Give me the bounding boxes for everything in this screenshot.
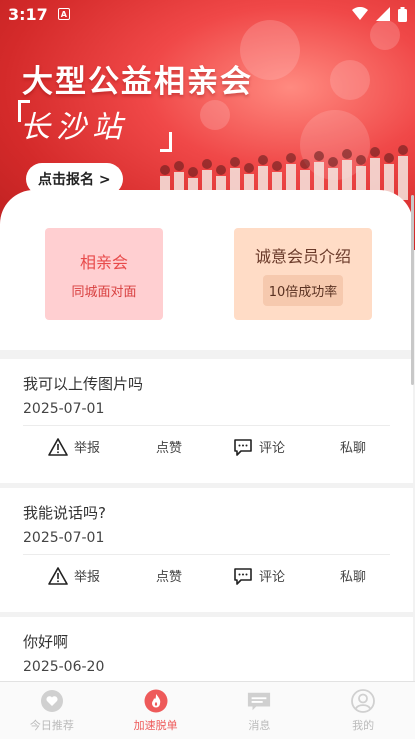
status-time: 3:17 [8,4,48,24]
post-item: 我可以上传图片吗 2025-07-01 举报 点赞 评论 私聊 [0,359,413,483]
comment-label: 评论 [259,441,286,456]
banner-title: 大型公益相亲会 [22,64,253,100]
comment-label: 评论 [259,570,286,585]
feature-title: 相亲会 [79,252,128,272]
heart-icon [40,689,63,712]
warning-icon [48,566,68,585]
notification-a-icon: A [57,8,70,20]
flame-icon [144,689,168,712]
comment-button[interactable]: 评论 [233,437,285,456]
report-label: 举报 [74,441,101,456]
report-button[interactable]: 举报 [48,437,100,456]
member-intro-card[interactable]: 诚意会员介绍 10倍成功率 [234,228,372,320]
matchmaking-event-card[interactable]: 相亲会 同城面对面 [45,228,163,320]
private-chat-button[interactable]: 私聊 [340,437,366,456]
like-button[interactable]: 点赞 [156,566,182,585]
divider [23,425,390,426]
person-icon [351,688,376,713]
post-text: 你好啊 [23,633,69,651]
bottom-nav: 今日推荐 加速脱单 消息 我的 [0,681,415,739]
divider [23,554,390,555]
report-label: 举报 [74,570,101,585]
nav-today-recommend[interactable]: 今日推荐 [0,682,104,739]
post-date: 2025-06-20 [23,659,105,675]
nav-label: 消息 [248,718,271,732]
like-button[interactable]: 点赞 [156,437,182,456]
warning-icon [48,437,68,456]
nav-profile[interactable]: 我的 [311,682,415,739]
nav-speed-match[interactable]: 加速脱单 [104,682,208,739]
feature-card: 相亲会 同城面对面 诚意会员介绍 10倍成功率 [0,190,413,350]
comment-icon [234,438,252,456]
chat-label: 私聊 [340,570,367,585]
banner-city-text: 长沙站 [20,110,128,145]
status-bar: 3:17 A [0,0,415,28]
chat-label: 私聊 [340,441,367,456]
private-chat-button[interactable]: 私聊 [340,566,366,585]
nav-label: 今日推荐 [29,718,74,732]
post-text: 我可以上传图片吗 [23,375,144,393]
nav-messages[interactable]: 消息 [208,682,312,739]
message-icon [248,692,271,710]
like-label: 点赞 [156,441,183,456]
comment-icon [234,567,252,585]
post-item: 你好啊 2025-06-20 [0,617,413,687]
post-actions: 举报 点赞 评论 私聊 [0,437,413,461]
nav-label: 加速脱单 [133,718,178,732]
post-item: 我能说话吗? 2025-07-01 举报 点赞 评论 私聊 [0,488,413,612]
battery-icon [398,6,407,22]
crowd-illustration [160,145,408,200]
feature-title: 诚意会员介绍 [254,246,351,266]
post-actions: 举报 点赞 评论 私聊 [0,566,413,590]
scrollbar[interactable] [411,195,414,385]
report-button[interactable]: 举报 [48,566,100,585]
like-label: 点赞 [156,570,183,585]
post-text: 我能说话吗? [23,504,106,522]
wifi-icon [352,7,368,20]
feature-subtitle: 同城面对面 [71,284,137,300]
signal-icon [376,7,390,21]
post-date: 2025-07-01 [23,530,105,546]
feature-subtitle: 10倍成功率 [262,274,344,306]
post-date: 2025-07-01 [23,401,105,417]
nav-label: 我的 [352,718,375,732]
comment-button[interactable]: 评论 [233,566,285,585]
